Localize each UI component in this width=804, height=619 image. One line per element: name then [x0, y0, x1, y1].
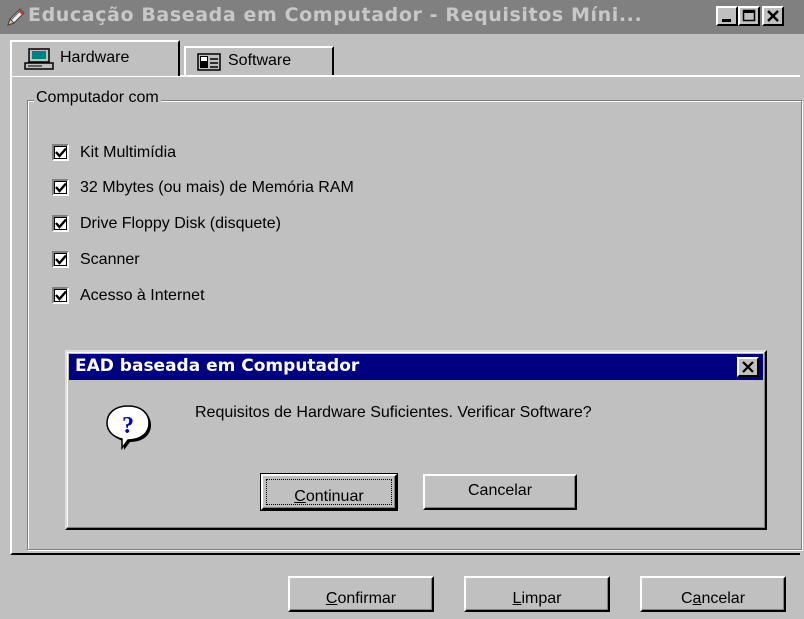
confirm-button-label: Confirmar	[325, 590, 397, 607]
dialog-cancel-label: Cancelar	[467, 482, 533, 499]
confirm-dialog: EAD baseada em Computador ? Requisitos d…	[65, 350, 767, 530]
focus-rectangle	[266, 479, 392, 505]
tab-software[interactable]: Software	[184, 46, 334, 76]
cancel-button-label: Cancelar	[680, 590, 746, 607]
window-titlebar[interactable]: Educação Baseada em Computador - Requisi…	[0, 0, 804, 34]
dialog-cancel-button[interactable]: Cancelar	[423, 474, 577, 510]
question-icon: ?	[103, 402, 153, 452]
cancel-button[interactable]: Cancelar	[640, 576, 786, 612]
maximize-button[interactable]	[738, 6, 760, 26]
clear-button-label: Limpar	[512, 590, 562, 607]
dialog-close-button[interactable]	[737, 357, 759, 377]
confirm-button[interactable]: Confirmar	[288, 576, 434, 612]
close-icon	[742, 361, 754, 373]
tab-hardware-label: Hardware	[60, 49, 130, 66]
continue-button[interactable]: Continuar	[260, 473, 398, 511]
disk-drive-icon	[196, 52, 222, 77]
minimize-icon	[722, 19, 731, 22]
tab-hardware[interactable]: Hardware	[10, 40, 180, 76]
window-title: Educação Baseada em Computador - Requisi…	[28, 4, 643, 26]
maximize-icon	[742, 9, 756, 22]
computer-icon	[24, 48, 54, 75]
pencil-icon	[5, 6, 27, 28]
dialog-title: EAD baseada em Computador	[75, 356, 360, 376]
main-window: Educação Baseada em Computador - Requisi…	[0, 0, 804, 619]
minimize-button[interactable]	[716, 6, 738, 26]
close-icon	[767, 10, 779, 22]
close-button[interactable]	[762, 6, 784, 26]
tab-strip: Hardware Software	[0, 34, 804, 76]
dialog-message: Requisitos de Hardware Suficientes. Veri…	[195, 404, 592, 421]
tab-software-label: Software	[228, 52, 292, 69]
dialog-titlebar[interactable]: EAD baseada em Computador	[69, 354, 763, 380]
clear-button[interactable]: Limpar	[464, 576, 610, 612]
svg-text:?: ?	[122, 413, 134, 439]
